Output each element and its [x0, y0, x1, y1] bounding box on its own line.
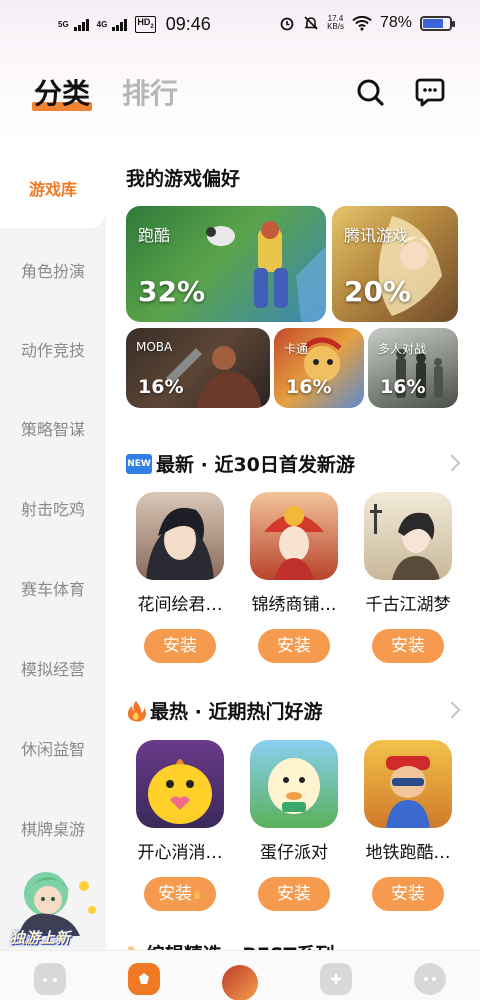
- tile-name: 卡通: [284, 342, 309, 356]
- alarm-icon: [280, 17, 294, 31]
- plus-glyph: [331, 974, 341, 984]
- section-title-newest[interactable]: NEW 最新 · 近30日首发新游: [126, 450, 355, 477]
- sidebar-item-simulation[interactable]: 模拟经营: [0, 656, 106, 680]
- face-glyph: [424, 977, 436, 981]
- preference-tile-multiplayer[interactable]: 多人对战 16%: [368, 328, 458, 408]
- game-card[interactable]: 锦绣商铺… 安装: [242, 492, 346, 663]
- battery-level: [423, 18, 444, 28]
- game-art: [370, 504, 440, 580]
- network-4g-label: 4G: [96, 19, 108, 29]
- game-card[interactable]: 蛋仔派对 安装: [242, 740, 346, 911]
- status-left: 5G 4G HD2 09:46: [58, 14, 211, 35]
- install-button[interactable]: 安装: [372, 629, 444, 663]
- game-art: [146, 507, 214, 580]
- sidebar-item-action[interactable]: 动作竞技: [0, 337, 106, 361]
- nav-avatar-icon[interactable]: [222, 965, 258, 1000]
- sidebar-item-game-library[interactable]: 游戏库: [0, 176, 106, 200]
- game-card[interactable]: 千古江湖梦 安装: [356, 492, 460, 663]
- chevron-right-icon[interactable]: [443, 454, 461, 472]
- crown-icon: ♛: [192, 889, 202, 902]
- install-button[interactable]: 安装: [372, 877, 444, 911]
- network-5g-label: 5G: [58, 19, 69, 29]
- clock: 09:46: [165, 14, 211, 34]
- game-name: 地铁跑酷…: [365, 843, 451, 863]
- wifi-icon: [352, 15, 372, 31]
- game-icon-danzai: [250, 740, 338, 828]
- section-title-text: 最热 · 近期热门好游: [150, 701, 323, 723]
- game-name: 花间绘君…: [137, 595, 223, 615]
- promo-text: 独游上新: [10, 929, 71, 947]
- sidebar-item-shooter[interactable]: 射击吃鸡: [0, 496, 106, 520]
- search-icon[interactable]: [354, 76, 386, 108]
- game-name: 锦绣商铺…: [251, 595, 337, 615]
- install-button[interactable]: 安装: [258, 877, 330, 911]
- tile-percent: 16%: [286, 376, 332, 398]
- game-name: 千古江湖梦: [365, 595, 451, 615]
- section-title-hottest[interactable]: 最热 · 近期热门好游: [126, 697, 322, 724]
- game-art: [268, 758, 320, 814]
- install-button[interactable]: 安装♛: [144, 877, 216, 911]
- sidebar-item-board-card[interactable]: 棋牌桌游: [0, 816, 106, 840]
- sidebar-item-strategy[interactable]: 策略智谋: [0, 416, 106, 440]
- section-title-preferences: 我的游戏偏好: [126, 168, 241, 190]
- game-name: 开心消消…: [137, 843, 223, 863]
- tab-ranking[interactable]: 排行: [122, 72, 178, 112]
- status-bar: 5G 4G HD2 09:46 17.4 KB/s 78%: [0, 0, 480, 52]
- game-card[interactable]: 花间绘君… 安装: [128, 492, 232, 663]
- tile-percent: 32%: [138, 275, 206, 308]
- battery-icon: [420, 15, 455, 31]
- section-title-text: 最新 · 近30日首发新游: [156, 454, 355, 476]
- header: 分类 排行: [0, 52, 480, 144]
- indie-new-promo-banner[interactable]: 独游上新: [6, 866, 102, 950]
- tile-name: 跑酷: [138, 226, 171, 245]
- hd-voice-icon: HD2: [135, 16, 156, 33]
- sidebar-item-rpg[interactable]: 角色扮演: [0, 258, 106, 282]
- nav-profile-icon[interactable]: [414, 963, 446, 995]
- nav-gift-icon[interactable]: [320, 963, 352, 995]
- nav-category-icon[interactable]: [128, 963, 160, 995]
- game-art: [264, 506, 324, 580]
- game-art: [386, 756, 430, 828]
- main-content: 我的游戏偏好 跑酷 32% 腾讯游戏 20% MOBA 16% 卡通 16% 多…: [106, 144, 480, 966]
- status-right: 17.4 KB/s 78%: [279, 14, 455, 32]
- preference-tile-cartoon[interactable]: 卡通 16%: [274, 328, 364, 408]
- gamepad-glyph: [43, 978, 57, 982]
- message-icon[interactable]: [414, 76, 446, 108]
- tile-name: 多人对战: [378, 342, 427, 356]
- sidebar-item-casual-puzzle[interactable]: 休闲益智: [0, 736, 106, 760]
- game-icon-subway: [364, 740, 452, 828]
- game-card[interactable]: 开心消消… 安装♛: [128, 740, 232, 911]
- game-art: [148, 759, 212, 824]
- fire-icon: [127, 700, 146, 722]
- game-icon-qiangu: [364, 492, 452, 580]
- battery-percent: 78%: [379, 14, 412, 31]
- tile-name: 腾讯游戏: [344, 226, 409, 245]
- game-icon-kaixin: [136, 740, 224, 828]
- signal-icon: [73, 18, 89, 31]
- game-name: 蛋仔派对: [260, 843, 328, 863]
- mute-bell-icon: [304, 16, 318, 30]
- game-icon-jinxiu: [250, 492, 338, 580]
- sidebar-item-racing-sports[interactable]: 赛车体育: [0, 576, 106, 600]
- preference-tile-moba[interactable]: MOBA 16%: [126, 328, 270, 408]
- install-button[interactable]: 安装: [258, 629, 330, 663]
- signal-icon: [112, 18, 128, 31]
- preference-tile-parkour[interactable]: 跑酷 32%: [126, 206, 326, 322]
- sidebar: 游戏库 角色扮演 动作竞技 策略智谋 射击吃鸡 赛车体育 模拟经营 休闲益智 棋…: [0, 144, 106, 950]
- chevron-right-icon[interactable]: [443, 701, 461, 719]
- tile-name: MOBA: [136, 340, 173, 354]
- game-icon-huajian: [136, 492, 224, 580]
- install-button[interactable]: 安装: [144, 629, 216, 663]
- tile-percent: 16%: [138, 376, 184, 398]
- preference-tile-tencent[interactable]: 腾讯游戏 20%: [332, 206, 458, 322]
- new-badge-icon: NEW: [126, 453, 152, 474]
- nav-game-icon[interactable]: [34, 963, 66, 995]
- game-card[interactable]: 地铁跑酷… 安装: [356, 740, 460, 911]
- bottom-navigation: [0, 950, 480, 1000]
- tab-category[interactable]: 分类: [32, 72, 93, 112]
- tile-percent: 16%: [380, 376, 426, 398]
- tile-percent: 20%: [344, 275, 412, 308]
- category-glyph: [139, 973, 149, 984]
- network-speed: 17.4 KB/s: [327, 14, 344, 31]
